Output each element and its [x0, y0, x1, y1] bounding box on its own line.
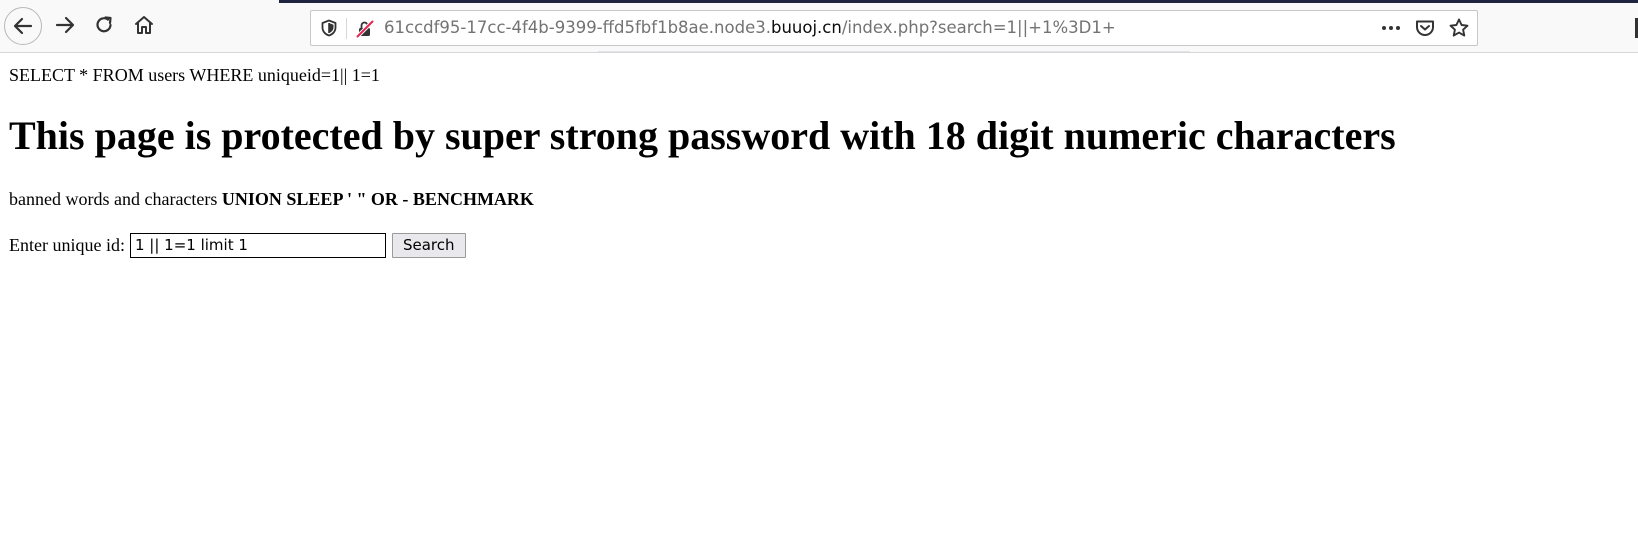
home-icon [135, 16, 153, 34]
shield-icon[interactable] [319, 18, 339, 38]
forward-button[interactable] [49, 9, 81, 41]
sql-query-text: SELECT * FROM users WHERE uniqueid=1|| 1… [9, 65, 380, 85]
browser-toolbar: 61ccdf95-17cc-4f4b-9399-ffd5fbf1b8ae.nod… [0, 0, 1638, 53]
urlbar-actions [1379, 11, 1471, 45]
insecure-lock-icon[interactable] [354, 18, 376, 40]
banned-words-list: UNION SLEEP ' " OR - BENCHMARK [221, 189, 534, 209]
urlbar-separator [346, 18, 347, 39]
url-path: /index.php?search=1||+1%3D1+ [841, 18, 1116, 37]
bookmark-button[interactable] [1447, 16, 1471, 40]
page-actions-button[interactable] [1379, 16, 1403, 40]
page-title: This page is protected by super strong p… [9, 113, 1396, 158]
pocket-icon [1416, 20, 1434, 36]
unique-id-label: Enter unique id: [9, 235, 125, 255]
back-button[interactable] [4, 7, 42, 45]
banned-words-prefix: banned words and characters [9, 189, 222, 209]
url-host: buuoj.cn [770, 18, 842, 37]
url-prefix: 61ccdf95-17cc-4f4b-9399-ffd5fbf1b8ae.nod… [384, 18, 771, 37]
search-form: Enter unique id: Search [9, 231, 466, 259]
urlbar-underline [598, 51, 1190, 52]
pocket-button[interactable] [1413, 16, 1437, 40]
star-icon [1449, 18, 1469, 37]
unique-id-input[interactable] [129, 232, 386, 258]
tab-strip-accent [279, 0, 1638, 3]
ellipsis-icon [1382, 26, 1400, 30]
arrow-left-icon [13, 17, 33, 35]
url-text[interactable]: 61ccdf95-17cc-4f4b-9399-ffd5fbf1b8ae.nod… [384, 11, 1116, 45]
search-button[interactable]: Search [391, 232, 466, 258]
reload-button[interactable] [88, 9, 120, 41]
banned-words-line: banned words and characters UNION SLEEP … [9, 188, 534, 210]
address-bar[interactable]: 61ccdf95-17cc-4f4b-9399-ffd5fbf1b8ae.nod… [310, 10, 1478, 46]
reload-icon [96, 16, 112, 33]
arrow-right-icon [55, 16, 75, 34]
home-button[interactable] [128, 9, 160, 41]
